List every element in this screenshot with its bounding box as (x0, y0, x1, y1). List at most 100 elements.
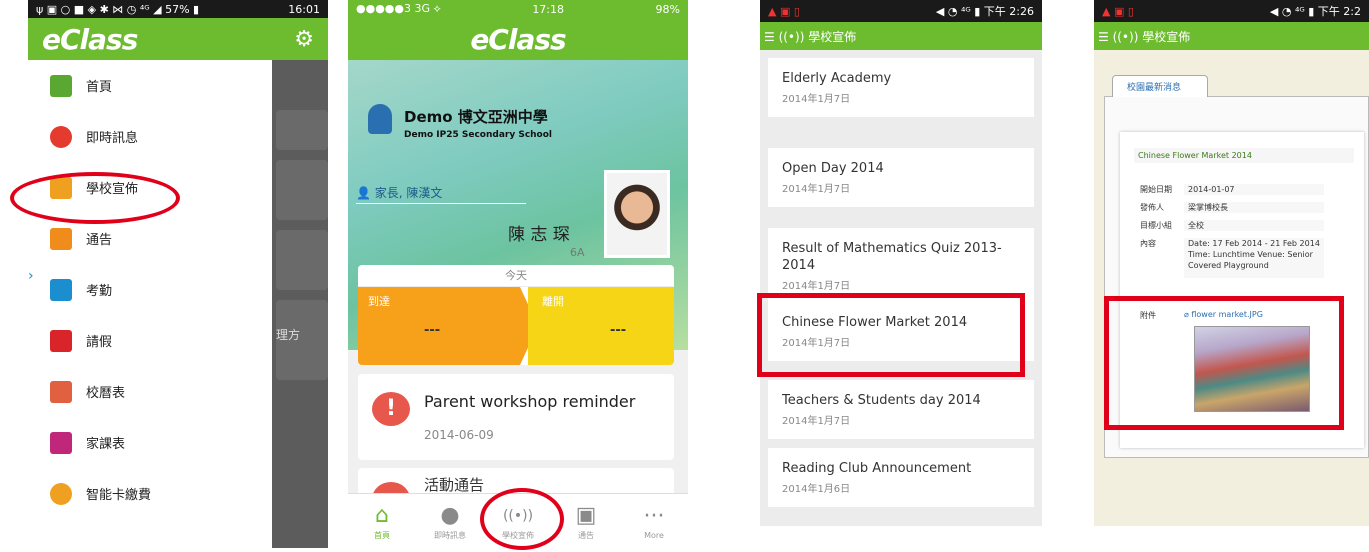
message-bubble-icon (50, 125, 72, 148)
detail-row: 目標小組 全校 (1140, 220, 1324, 231)
status-time: 16:01 (288, 2, 320, 16)
home-icon: ⌂ (375, 502, 389, 528)
drawer-handle-icon[interactable]: › (28, 268, 34, 284)
highlight-box (757, 293, 1025, 377)
parent-name: 家長, 陳漢文 (374, 186, 443, 200)
leave-value: --- (610, 323, 627, 338)
menu-item[interactable]: 智能卡繳費 (28, 468, 272, 519)
dimmed-card-text: 理方 (276, 300, 328, 380)
tab-home[interactable]: ⌂ 首頁 (348, 494, 416, 548)
detail-key: 開始日期 (1140, 185, 1172, 194)
status-right: ◀ ◔ ⁴ᴳ ▮ 下午 2:26 (935, 5, 1034, 18)
side-drawer: 首頁 即時訊息 學校宣佈 通告 考勤 請假 校曆表 家課表 智能卡繳費 (28, 60, 272, 548)
phone-screen-list: ▲ ▣ ▯ ◀ ◔ ⁴ᴳ ▮ 下午 2:26 ☰ ((•)) 學校宣佈 Elde… (760, 0, 1042, 526)
status-right: ◀ ◔ ⁴ᴳ ▮ 下午 2:2 (1269, 5, 1361, 18)
more-dots-icon: ··· (643, 503, 665, 529)
status-icons: ψ ▣ ○ ■ ◈ ✱ ⋈ ◷ ⁴ᴳ ◢ 57% ▮ (36, 2, 200, 16)
dimmed-card (276, 230, 328, 290)
alert-bubble-icon: ! (372, 392, 410, 426)
app-header: ☰ ((•)) 學校宣佈 (1094, 22, 1369, 50)
student-name: 陳 志 琛 (508, 225, 570, 245)
notice-title: Parent workshop reminder (424, 392, 636, 411)
arrive-value: --- (424, 323, 441, 338)
phone-screen-home: ●●●●●3 3G ⟡ 17:18 98% eClass Demo 博文亞洲中學… (348, 0, 688, 548)
announcement-title: Open Day 2014 (782, 161, 884, 176)
menu-item[interactable]: 即時訊息 (28, 111, 272, 162)
menu-item[interactable]: 考勤 (28, 264, 272, 315)
detail-key: 內容 (1140, 239, 1156, 248)
announcement-title: Result of Mathematics Quiz 2013-2014 (782, 241, 1002, 273)
page-title[interactable]: ☰ ((•)) 學校宣佈 (764, 28, 856, 45)
menu-item[interactable]: 家課表 (28, 417, 272, 468)
menu-item-label: 首頁 (86, 80, 113, 95)
homework-icon (50, 431, 72, 454)
highlight-circle (480, 488, 564, 550)
status-carrier: ●●●●●3 3G ⟡ (356, 2, 441, 15)
school-name: Demo 博文亞洲中學 (404, 108, 548, 126)
leave-label: 離開 (542, 295, 564, 308)
detail-value: 2014-01-07 (1184, 184, 1324, 195)
today-label: 今天 (358, 265, 674, 287)
menu-item-label: 通告 (86, 233, 113, 248)
tab-latest-news[interactable]: 校園最新消息 (1112, 75, 1208, 97)
app-header: ☰ ((•)) 學校宣佈 (760, 22, 1042, 50)
status-bar: ●●●●●3 3G ⟡ 17:18 98% (348, 0, 688, 18)
detail-value: 全校 (1184, 220, 1324, 231)
message-bubble-icon: ● (440, 502, 460, 528)
menu-item[interactable]: 首頁 (28, 60, 272, 111)
leave-icon (50, 329, 72, 352)
home-icon (50, 74, 72, 97)
school-name-en: Demo IP25 Secondary School (404, 130, 553, 140)
app-header: eClass ⚙ (28, 18, 328, 60)
payment-coin-icon (50, 482, 72, 505)
menu-item[interactable]: 校曆表 (28, 366, 272, 417)
detail-row: 內容 Date: 17 Feb 2014 - 21 Feb 2014 Time: … (1140, 238, 1324, 278)
announcement-item[interactable]: Teachers & Students day 2014 2014年1月7日 (768, 380, 1034, 439)
phone-screen-menu: ψ ▣ ○ ■ ◈ ✱ ⋈ ◷ ⁴ᴳ ◢ 57% ▮ 16:01 eClass … (28, 0, 328, 548)
menu-item-label: 即時訊息 (86, 131, 139, 146)
detail-value: Date: 17 Feb 2014 - 21 Feb 2014 Time: Lu… (1184, 238, 1324, 278)
highlight-box (1104, 296, 1344, 430)
dimmed-card (276, 110, 328, 150)
notice-icon (50, 227, 72, 250)
page-title[interactable]: ☰ ((•)) 學校宣佈 (1098, 28, 1190, 45)
status-time: 17:18 (532, 2, 565, 16)
school-crest-icon (368, 104, 392, 134)
announcement-item[interactable]: Open Day 2014 2014年1月7日 (768, 148, 1034, 207)
tab-label: More (644, 530, 664, 540)
phone-screen-detail: ▲ ▣ ▯ ◀ ◔ ⁴ᴳ ▮ 下午 2:2 ☰ ((•)) 學校宣佈 校園最新消… (1094, 0, 1369, 526)
status-icons: ▲ ▣ ▯ (1102, 4, 1134, 18)
detail-value: 梁掌博校長 (1184, 202, 1324, 213)
announcement-date: 2014年1月7日 (782, 184, 851, 195)
tab-label: 首頁 (374, 530, 390, 540)
student-photo (604, 170, 670, 258)
tab-more-dots[interactable]: ··· More (620, 494, 688, 548)
arrive-label: 到達 (368, 295, 390, 308)
announcement-item[interactable]: Elderly Academy 2014年1月7日 (768, 58, 1034, 117)
parent-icon: 👤 (356, 186, 375, 200)
detail-key: 目標小組 (1140, 221, 1172, 230)
menu-item-label: 考勤 (86, 284, 113, 299)
eclass-logo: eClass (470, 22, 566, 56)
status-battery: 98% (655, 2, 680, 16)
app-header: eClass (348, 18, 688, 60)
calendar-icon (50, 380, 72, 403)
eclass-logo: eClass (42, 22, 138, 56)
menu-item[interactable]: 請假 (28, 315, 272, 366)
tab-label: 即時訊息 (434, 530, 466, 540)
gear-icon[interactable]: ⚙ (294, 27, 314, 52)
status-bar: ▲ ▣ ▯ ◀ ◔ ⁴ᴳ ▮ 下午 2:2 (1094, 0, 1369, 22)
attendance-card: 今天 到達 --- 離開 --- (358, 265, 674, 365)
next-card-title: 活動通告 (424, 476, 485, 494)
announcement-date: 2014年1月7日 (782, 94, 851, 105)
announcement-item[interactable]: Reading Club Announcement 2014年1月6日 (768, 448, 1034, 507)
notice-icon: ▣ (575, 502, 597, 528)
attendance-arrows-icon (50, 278, 72, 301)
tab-label: 通告 (578, 530, 594, 540)
tab-message-bubble[interactable]: ● 即時訊息 (416, 494, 484, 548)
notice-card[interactable]: ! Parent workshop reminder 2014-06-09 (358, 374, 674, 460)
announcement-title: Teachers & Students day 2014 (782, 393, 981, 408)
status-bar: ▲ ▣ ▯ ◀ ◔ ⁴ᴳ ▮ 下午 2:26 (760, 0, 1042, 22)
menu-item-label: 請假 (86, 335, 113, 350)
status-icons: ▲ ▣ ▯ (768, 4, 800, 18)
